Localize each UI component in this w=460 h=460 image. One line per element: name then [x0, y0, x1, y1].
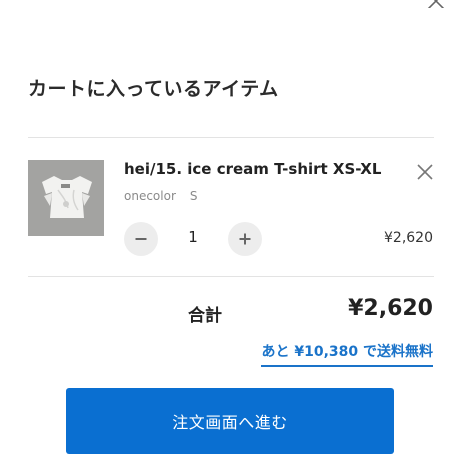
- divider: [28, 276, 434, 277]
- remove-item-button[interactable]: [414, 161, 436, 183]
- plus-icon: [239, 233, 251, 245]
- checkout-button[interactable]: 注文画面へ進む: [66, 388, 394, 454]
- quantity-value: 1: [188, 228, 198, 246]
- close-icon: [417, 164, 433, 180]
- variant-color: onecolor: [124, 189, 176, 203]
- cart-title: カートに入っているアイテム: [28, 78, 279, 100]
- cart-drawer: カートに入っているアイテム hei/15. ice cream T-shirt …: [0, 0, 460, 460]
- close-icon[interactable]: [421, 0, 449, 8]
- line-item-price: ¥2,620: [384, 230, 433, 246]
- product-name[interactable]: hei/15. ice cream T-shirt XS-XL: [124, 160, 381, 178]
- total-label: 合計: [188, 306, 222, 326]
- decrease-quantity-button[interactable]: [124, 222, 158, 256]
- variant-size: S: [189, 189, 198, 203]
- free-shipping-link[interactable]: あと ¥10,380 で送料無料: [261, 341, 433, 367]
- divider: [28, 137, 434, 138]
- total-value: ¥2,620: [348, 296, 433, 321]
- increase-quantity-button[interactable]: [228, 222, 262, 256]
- product-thumbnail[interactable]: [28, 160, 104, 236]
- minus-icon: [135, 238, 147, 240]
- product-variant: onecolor S: [124, 189, 198, 203]
